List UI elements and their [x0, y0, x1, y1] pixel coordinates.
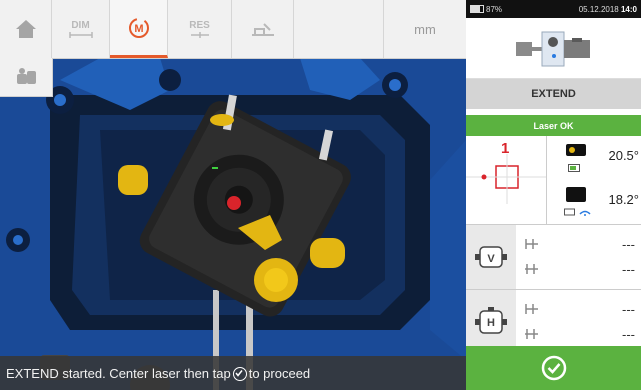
sensor-angle: 20.5°: [608, 148, 639, 163]
right-panel: 87% 05.12.2018 14:0 EXTEND Laser OK 1 20…: [466, 0, 641, 390]
dim-label: DIM: [71, 19, 90, 31]
unit-button[interactable]: mm: [384, 0, 466, 58]
vertical-plane-icon: V: [475, 246, 507, 268]
top-toolbar: DIM M RES mm: [0, 0, 466, 59]
camera-view: DIM M RES mm EXTEND started. Center lase…: [0, 0, 466, 390]
vertical-offset-value: ---: [622, 236, 635, 252]
unit-label: mm: [414, 21, 436, 37]
horizontal-plane-icon: H: [475, 307, 507, 334]
system-datetime: 05.12.2018 14:0: [578, 4, 637, 14]
horizontal-offset-row: ---: [524, 298, 635, 320]
home-icon: [15, 20, 36, 38]
laser-target-area: 1: [466, 136, 547, 224]
results-icon: [190, 31, 209, 38]
camera-view-button[interactable]: [0, 58, 53, 97]
vertical-angle-value: ---: [622, 261, 635, 277]
sensor-battery-icon: [568, 164, 580, 172]
machine-train-icon: [515, 31, 590, 67]
vertical-angle-row: ---: [524, 258, 635, 280]
res-label: RES: [189, 19, 210, 31]
angularity-icon: [525, 329, 538, 339]
mode-label: EXTEND: [466, 79, 641, 109]
system-status-bar: 87% 05.12.2018 14:0: [466, 0, 641, 18]
horizontal-angle-row: ---: [524, 323, 635, 345]
svg-text:M: M: [134, 23, 143, 35]
svg-text:H: H: [487, 317, 495, 329]
angularity-icon: [525, 264, 538, 274]
checkmark-inline-icon: [232, 367, 247, 381]
horizontal-offset-value: ---: [622, 301, 635, 317]
machine-thumbnail[interactable]: [466, 18, 641, 79]
measure-step-button[interactable]: M: [110, 0, 168, 58]
laser-target-icon: [466, 154, 546, 204]
measure-m-icon: M: [128, 17, 149, 38]
dimension-arrows-icon: [68, 31, 93, 38]
status-message: EXTEND started. Center laser then tap to…: [0, 356, 466, 390]
svg-text:V: V: [487, 253, 495, 265]
results-step-button[interactable]: RES: [168, 0, 232, 58]
battery-indicator: 87%: [470, 5, 502, 14]
status-text-start: EXTEND started. Center laser then tap: [6, 365, 231, 381]
offset-icon: [525, 239, 538, 249]
status-text-end: to proceed: [248, 365, 311, 381]
vertical-plane-button[interactable]: V: [466, 225, 516, 289]
machine-move-icon: [251, 23, 274, 36]
battery-level: 87%: [486, 4, 503, 14]
tablet-angle: 18.2°: [608, 192, 639, 207]
toolbar-spacer: [294, 0, 384, 58]
vertical-results: V --- ---: [466, 225, 641, 290]
wireless-status-icon: [564, 208, 591, 216]
sensor-device-icon: [566, 144, 586, 156]
home-button[interactable]: [0, 0, 52, 58]
horizontal-angle-value: ---: [622, 326, 635, 342]
checkmark-icon: [541, 355, 566, 381]
vertical-offset-row: ---: [524, 233, 635, 255]
move-step-button[interactable]: [232, 0, 294, 58]
battery-icon: [470, 5, 484, 13]
laser-status-badge: Laser OK: [466, 115, 641, 136]
laser-dot: [227, 196, 241, 210]
machine-view-icon: [17, 68, 36, 84]
dimensions-step-button[interactable]: DIM: [52, 0, 110, 58]
horizontal-plane-button[interactable]: H: [466, 290, 516, 354]
sensor-status-box: 1 20.5° 18.2°: [466, 136, 641, 225]
offset-icon: [525, 304, 538, 314]
tablet-device-icon: [566, 187, 586, 202]
proceed-button[interactable]: [466, 346, 641, 390]
